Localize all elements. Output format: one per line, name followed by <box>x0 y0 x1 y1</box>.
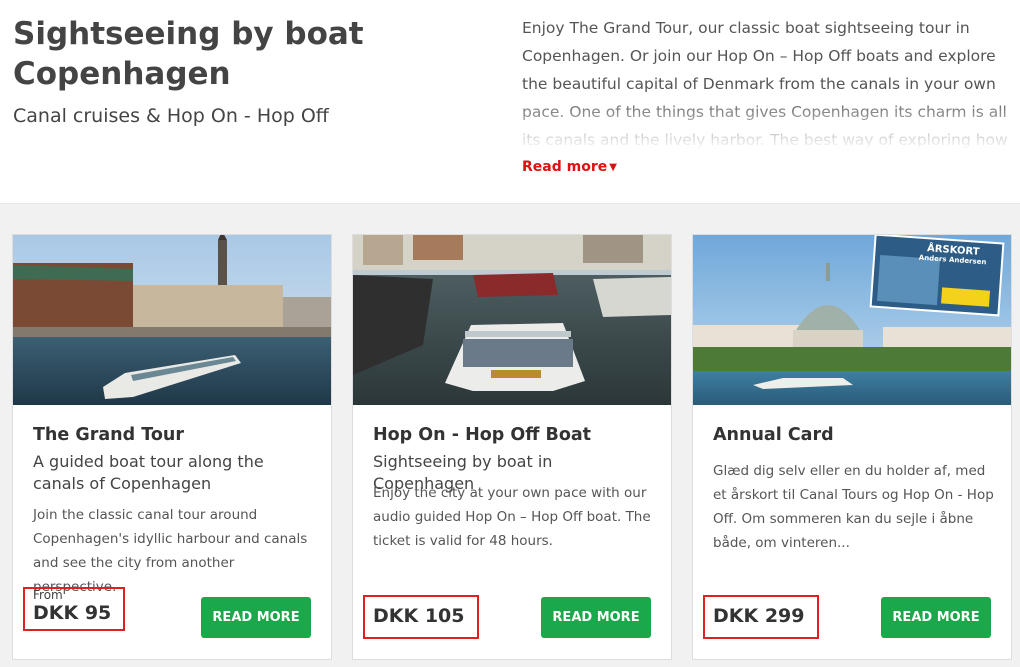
card-description: Enjoy the city at your own pace with our… <box>373 485 651 549</box>
tour-cards-section: The Grand Tour A guided boat tour along … <box>0 203 1020 667</box>
intro-fade-overlay <box>522 96 1012 150</box>
tour-card-grand-tour[interactable]: The Grand Tour A guided boat tour along … <box>12 234 332 660</box>
price-value: DKK 299 <box>713 605 805 627</box>
hop-on-hop-off-boat-image <box>353 235 671 405</box>
tour-card-hop-on-hop-off[interactable]: Hop On - Hop Off Boat Sightseeing by boa… <box>352 234 672 660</box>
read-more-button[interactable]: READ MORE <box>881 597 991 638</box>
page-header: Sightseeing by boat Copenhagen Canal cru… <box>0 0 1020 203</box>
card-title: Annual Card <box>713 425 834 445</box>
card-title: The Grand Tour <box>33 425 184 445</box>
price-value: DKK 95 <box>33 602 112 624</box>
price-box: DKK 105 <box>363 595 479 639</box>
annual-card-image: ÅRSKORT Anders Andersen <box>693 235 1011 405</box>
page-title: Sightseeing by boat Copenhagen <box>13 16 364 92</box>
intro-read-more-link[interactable]: Read more ▼ <box>522 159 617 175</box>
read-more-button[interactable]: READ MORE <box>541 597 651 638</box>
read-more-button[interactable]: READ MORE <box>201 597 311 638</box>
tour-card-annual-card[interactable]: ÅRSKORT Anders Andersen Annual Card Glæd… <box>692 234 1012 660</box>
price-value: DKK 105 <box>373 605 465 627</box>
page-subtitle: Canal cruises & Hop On - Hop Off <box>13 105 329 127</box>
price-box: From DKK 95 <box>23 587 126 631</box>
card-title: Hop On - Hop Off Boat <box>373 425 592 445</box>
card-description: Join the classic canal tour around Copen… <box>33 507 308 595</box>
price-box: DKK 299 <box>703 595 819 639</box>
card-description: Glæd dig selv eller en du holder af, med… <box>713 463 994 551</box>
chevron-down-icon: ▼ <box>609 162 617 173</box>
card-subtitle: A guided boat tour along the canals of C… <box>33 452 264 493</box>
read-more-label: Read more <box>522 159 608 175</box>
price-prefix: From <box>33 588 63 602</box>
grand-tour-image <box>13 235 331 405</box>
